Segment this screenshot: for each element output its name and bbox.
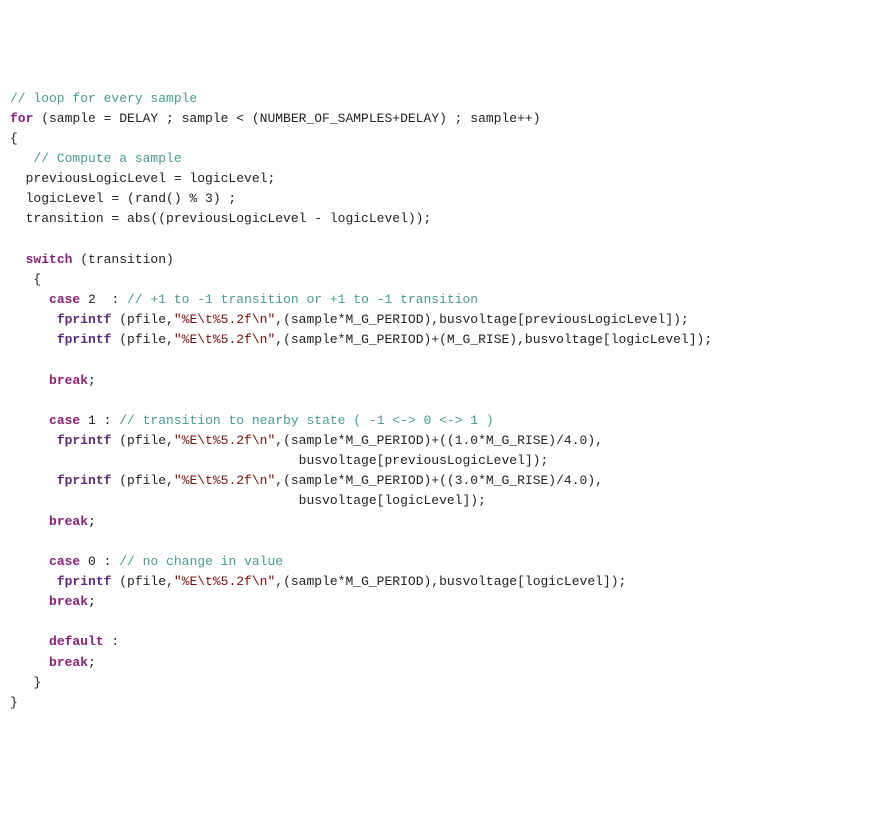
code-text: 1 : <box>80 413 119 428</box>
comment: // +1 to -1 transition or +1 to -1 trans… <box>127 292 478 307</box>
brace: { <box>10 272 41 287</box>
code-text: ; <box>88 373 96 388</box>
string-literal: "%E\t%5.2f\n" <box>174 332 275 347</box>
keyword-case: case <box>49 292 80 307</box>
code-text: : <box>104 634 120 649</box>
code-text: ; <box>88 655 96 670</box>
code-text: (pfile, <box>111 332 173 347</box>
code-text: busvoltage[logicLevel]); <box>10 493 486 508</box>
code-text: (pfile, <box>111 433 173 448</box>
code-text: ; <box>88 594 96 609</box>
code-text: 0 : <box>80 554 119 569</box>
string-literal: "%E\t%5.2f\n" <box>174 433 275 448</box>
code-text: (pfile, <box>111 312 173 327</box>
comment: // Compute a sample <box>33 151 181 166</box>
keyword-switch: switch <box>26 252 73 267</box>
code-text: ; <box>88 514 96 529</box>
brace: } <box>10 695 18 710</box>
comment: // transition to nearby state ( -1 <-> 0… <box>119 413 493 428</box>
brace: { <box>10 131 18 146</box>
string-literal: "%E\t%5.2f\n" <box>174 312 275 327</box>
string-literal: "%E\t%5.2f\n" <box>174 473 275 488</box>
code-block: // loop for every sample for (sample = D… <box>10 89 876 713</box>
func-fprintf: fprintf <box>57 312 112 327</box>
code-text: (pfile, <box>111 473 173 488</box>
func-fprintf: fprintf <box>57 574 112 589</box>
code-text: ,(sample*M_G_PERIOD)+(M_G_RISE),busvolta… <box>275 332 712 347</box>
func-fprintf: fprintf <box>57 433 112 448</box>
keyword-default: default <box>49 634 104 649</box>
code-text: (pfile, <box>111 574 173 589</box>
code-text: ,(sample*M_G_PERIOD)+((3.0*M_G_RISE)/4.0… <box>275 473 603 488</box>
code-text: ,(sample*M_G_PERIOD),busvoltage[logicLev… <box>275 574 626 589</box>
comment: // no change in value <box>119 554 283 569</box>
keyword-case: case <box>49 554 80 569</box>
func-fprintf: fprintf <box>57 473 112 488</box>
keyword-break: break <box>49 594 88 609</box>
code-text: ,(sample*M_G_PERIOD)+((1.0*M_G_RISE)/4.0… <box>275 433 603 448</box>
keyword-break: break <box>49 373 88 388</box>
code-text: ,(sample*M_G_PERIOD),busvoltage[previous… <box>275 312 688 327</box>
string-literal: "%E\t%5.2f\n" <box>174 574 275 589</box>
keyword-break: break <box>49 655 88 670</box>
keyword-break: break <box>49 514 88 529</box>
code-text: busvoltage[previousLogicLevel]); <box>10 453 548 468</box>
keyword-case: case <box>49 413 80 428</box>
keyword-for: for <box>10 111 33 126</box>
code-text: (transition) <box>72 252 173 267</box>
code-text: 2 : <box>80 292 127 307</box>
code-text: logicLevel = (rand() % 3) ; <box>10 191 236 206</box>
code-text: previousLogicLevel = logicLevel; <box>10 171 275 186</box>
comment: // loop for every sample <box>10 91 197 106</box>
brace: } <box>10 675 41 690</box>
code-text: (sample = DELAY ; sample < (NUMBER_OF_SA… <box>33 111 540 126</box>
code-text: transition = abs((previousLogicLevel - l… <box>10 211 431 226</box>
func-fprintf: fprintf <box>57 332 112 347</box>
